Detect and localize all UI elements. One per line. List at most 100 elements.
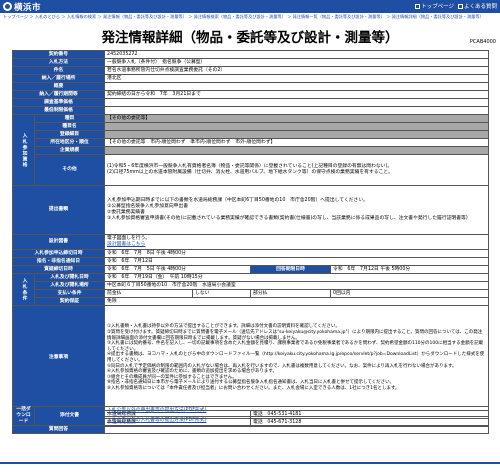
category-value: 【その他の委託等】 <box>104 114 490 123</box>
design-doc-link[interactable]: 設計図書はこちら <box>107 242 486 248</box>
item-label: 件名 <box>11 66 106 75</box>
row-design-doc: 調査基準価格 <box>11 98 490 107</box>
apply-date-value: 令和 6年 7月 8日 午後 4時00分 <box>104 249 490 258</box>
bid-date-label: 入札及び開札日時 <box>33 273 106 282</box>
period-label: 納入／履行期間等 <box>11 90 106 99</box>
bulk-download-button[interactable]: 一括ダウンロード <box>12 406 35 426</box>
prepayment-label: 前金払 <box>104 289 194 298</box>
notes-label: 注意事項 <box>11 305 106 411</box>
contract-no-label: 契約番号 <box>11 50 106 59</box>
row-notes: 注意事項 ①入札書類・入札書は持参以外の方法で提出することができます。詳細は添付… <box>11 305 490 411</box>
row-place: 納入／履行場所 港北区 <box>11 74 490 83</box>
deposit-value: 免除 <box>104 297 490 306</box>
answer-deadline-value: 令和 6年 7月12日 午後 5時00分 <box>330 265 490 274</box>
row-item: 件名 若名水道事務所管内仕切弁点検調査業務委託（その2） <box>11 66 490 75</box>
row-location: 所在地区分・順位 【その他の委託等 市内-順位問わず 準市内-順位問わず 市外-… <box>13 138 490 147</box>
other-label: その他 <box>33 154 106 186</box>
footer-line <box>0 462 500 464</box>
reg-grade-label: 登録細目 <box>33 130 106 139</box>
item-value: 若名水道事務所管内仕切弁点検調査業務委託（その2） <box>104 66 490 75</box>
attachment-row: 一括ダウンロード 添付文書 入札公告以外の申出書等の提出方法(PDF形式) <box>12 406 489 426</box>
top-page-link[interactable]: トップページ <box>415 2 454 10</box>
row-reg-grade: 登録細目 <box>13 130 490 139</box>
order-detail-table: 契約番号 2452035272 入札方法 一般競争入札（条件付） 指名競争（公募… <box>11 50 490 427</box>
min-price-label: 最低制限価格 <box>11 106 106 115</box>
row-payment: 支払い条件 前金払 しない 部分払 0回以内 <box>13 289 490 298</box>
row-qa-period: 質疑締切日時 令和 6年 7月 5日 午後 4時00分 回答期限日時 令和 6年… <box>11 265 490 274</box>
row-min-price: 最低制限価格 <box>11 106 490 115</box>
row-notify-date: 指名・非指名通知日 令和 6年 7月12日 <box>11 257 490 266</box>
reg-grade-value <box>104 130 490 139</box>
bid-place-value: 中区本町６丁目50番地の10 市庁舎20階 水道局小会議室 <box>104 281 490 290</box>
min-price-value <box>104 106 490 115</box>
method-value: 一般競争入札（条件付） 指名競争（公募型） <box>104 58 490 67</box>
row-company: 企業規模 <box>13 146 490 155</box>
company-value <box>104 146 490 155</box>
top-header-bar: 横浜市 トップページ よくある質問 <box>0 0 500 13</box>
bid-conditions-side-label: 入札条件 <box>12 273 35 306</box>
city-logo-text: 横浜市 <box>14 2 42 13</box>
row-contract-no: 契約番号 2452035272 <box>11 50 490 59</box>
contract-no-value: 2452035272 <box>104 50 490 59</box>
row-bid-date: 入札条件 入札及び開札日時 令和 6年 7月19日（金） 午前 10時15分 <box>12 273 490 306</box>
qa-deadline-value: 令和 6年 7月 5日 午後 4時00分 <box>104 265 252 274</box>
location-label: 所在地区分・順位 <box>33 138 106 147</box>
prepayment-value: しない <box>192 289 252 298</box>
bid-date-value: 令和 6年 7月19日（金） 午前 10時15分 <box>104 273 490 282</box>
submission-value: 入札参加申込期日時までに以下の書類を水道局総務課（中区本町6丁目50番地の10 … <box>104 185 490 235</box>
faq-link[interactable]: よくある質問 <box>457 2 497 10</box>
row-apply-date: 入札参加申込締切日時 令和 6年 7月 8日 午後 4時00分 <box>11 249 490 258</box>
bidder-qualification-side-label: 入札参加資格 <box>12 114 35 186</box>
row-summary: 概要 <box>11 82 490 91</box>
apply-date-label: 入札参加申込締切日時 <box>11 249 106 258</box>
notify-date-value: 令和 6年 7月12日 <box>104 257 490 266</box>
breadcrumb[interactable]: トップページ ＞ 入札のとびら ＞ 入札情報の検索 ＞ 発注情報（物品・委託等及… <box>3 13 497 20</box>
row-category: 入札参加資格 種目 【その他の委託等】 <box>12 114 490 186</box>
row-sub-category: 種目名 <box>13 122 490 131</box>
row-submission: 提出書類 入札参加申込期日時までに以下の書類を水道局総務課（中区本町6丁目50番… <box>11 185 490 235</box>
top-page-label: トップページ <box>421 4 454 10</box>
qa-answer-value <box>104 425 489 434</box>
location-value: 【その他の委託等 市内-順位問わず 準市内-順位問わず 市外-順位問わず】 <box>104 138 490 147</box>
payment-label: 支払い条件 <box>33 289 106 298</box>
notes-value: ①入札書類・入札書は持参以外の方法で提出することができます。詳細は添付文書の説明… <box>104 305 490 411</box>
place-label: 納入／履行場所 <box>11 74 106 83</box>
attachment-label: 添付文書 <box>34 406 105 426</box>
page-code: PCAB4000 <box>469 39 496 45</box>
sub-category-value <box>104 122 490 131</box>
city-logo[interactable]: 横浜市 <box>3 0 41 13</box>
design-doc-value <box>104 98 490 107</box>
attachments-table: 一括ダウンロード 添付文書 入札公告以外の申出書等の提出方法(PDF形式) 入札… <box>12 406 489 434</box>
row-other: その他 (1)令和5・6年度横浜市一般競争入札有資格者名簿（物品・委託等関係）に… <box>13 154 490 186</box>
qa-answer-row: 質問回答 <box>12 425 489 434</box>
page-title: 発注情報詳細（物品・委託等及び設計・測量等） <box>101 30 399 46</box>
design-label: 設計図書 <box>11 234 106 250</box>
header-actions: トップページ よくある質問 <box>415 2 497 10</box>
design-doc-label: 調査基準価格 <box>11 98 106 107</box>
summary-value <box>104 82 490 91</box>
row-deposit: 契約保証 免除 <box>13 297 490 306</box>
question-icon <box>457 3 463 9</box>
method-label: 入札方法 <box>11 58 106 67</box>
qa-answer-label: 質問回答 <box>12 425 105 434</box>
other-value: (1)令和5・6年度横浜市一般競争入札有資格者名簿（物品・委託等関係）に登載され… <box>104 154 490 186</box>
deposit-label: 契約保証 <box>33 297 106 306</box>
home-icon <box>415 3 421 9</box>
design-cell: 電子図面しを行う。 設計図書はこちら <box>104 234 490 250</box>
answer-deadline-label: 回答期限日時 <box>250 265 332 274</box>
category-label: 種目 <box>33 114 106 123</box>
row-bid-place: 入札及び開札場所 中区本町６丁目50番地の10 市庁舎20階 水道局小会議室 <box>13 281 490 290</box>
row-method: 入札方法 一般競争入札（条件付） 指名競争（公募型） <box>11 58 490 67</box>
row-period: 納入／履行期間等 契約締結の日から令和 7年 3月21日まで <box>11 90 490 99</box>
attachment-link-1[interactable]: 入札公告以外の申出書等の提出方法(PDF形式) <box>104 406 489 417</box>
attachment-link-2[interactable]: 入札公告以外の入札書等の提出方法(PDF形式) <box>104 415 489 426</box>
row-design: 設計図書 電子図面しを行う。 設計図書はこちら <box>11 234 490 250</box>
sub-category-label: 種目名 <box>33 122 106 131</box>
period-value: 契約締結の日から令和 7年 3月21日まで <box>104 90 490 99</box>
summary-label: 概要 <box>11 82 106 91</box>
submission-label: 提出書類 <box>11 185 106 235</box>
partial-payment-value: 0回以内 <box>330 289 490 298</box>
city-emblem-icon <box>3 2 12 11</box>
faq-label: よくある質問 <box>463 4 497 10</box>
company-label: 企業規模 <box>33 146 106 155</box>
